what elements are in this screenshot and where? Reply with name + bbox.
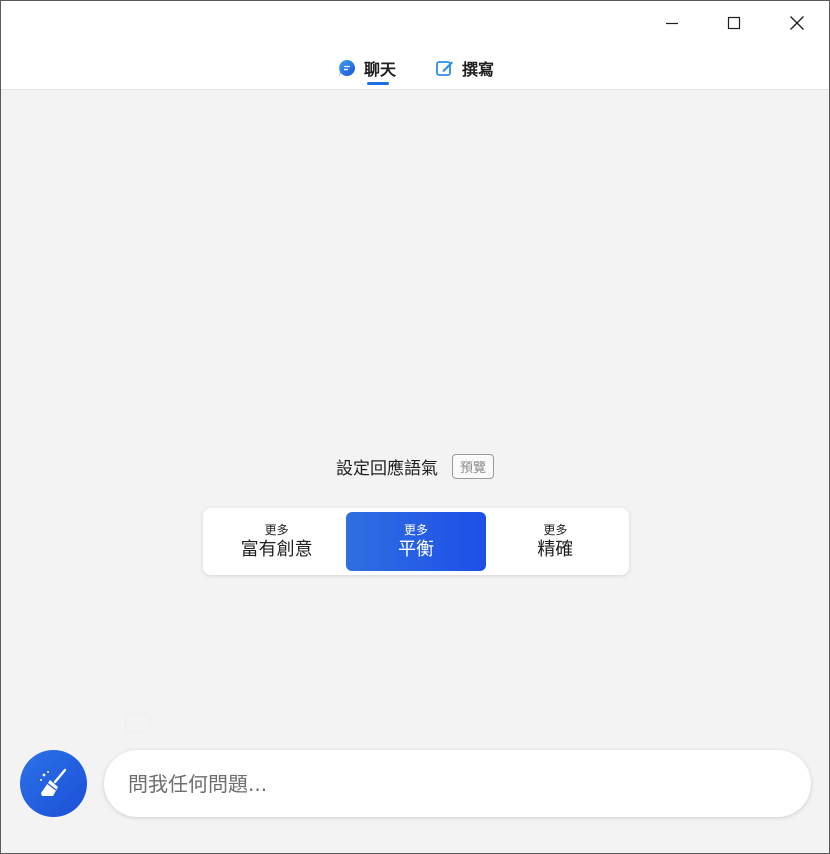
app-window: 聊天 撰寫 設定回應語氣 預覽 更多 富有創意 更多 平衡 更多 精確 問我任何… bbox=[0, 0, 830, 854]
tone-option-prefix: 更多 bbox=[264, 522, 289, 537]
new-topic-button[interactable] bbox=[20, 750, 87, 817]
mode-tabs: 聊天 撰寫 bbox=[1, 53, 829, 89]
chat-input-container bbox=[104, 750, 811, 817]
tone-selector: 更多 富有創意 更多 平衡 更多 精確 bbox=[203, 508, 629, 575]
chat-bubble-icon bbox=[336, 57, 358, 79]
edit-icon bbox=[434, 57, 456, 79]
title-bar: 聊天 撰寫 bbox=[1, 1, 829, 90]
tone-option-label: 平衡 bbox=[397, 538, 434, 560]
tone-option-prefix: 更多 bbox=[543, 522, 568, 537]
chat-input[interactable] bbox=[128, 771, 811, 796]
tone-label: 設定回應語氣 bbox=[335, 459, 438, 479]
preview-badge: 預覽 bbox=[451, 454, 494, 479]
tone-header: 設定回應語氣 預覽 bbox=[1, 454, 829, 479]
close-icon bbox=[790, 16, 804, 30]
minimize-button[interactable] bbox=[641, 5, 703, 41]
tab-compose-label: 撰寫 bbox=[462, 60, 495, 79]
tone-option-label: 精確 bbox=[537, 538, 574, 560]
maximize-button[interactable] bbox=[703, 5, 765, 41]
tone-option-balanced[interactable]: 更多 平衡 bbox=[346, 512, 486, 571]
tone-option-creative[interactable]: 更多 富有創意 bbox=[207, 512, 346, 571]
close-button[interactable] bbox=[766, 5, 828, 41]
tone-option-label: 富有創意 bbox=[240, 538, 313, 560]
maximize-icon bbox=[727, 16, 741, 30]
tab-compose[interactable]: 撰寫 bbox=[434, 53, 494, 83]
faint-placeholder-icon bbox=[125, 713, 151, 733]
broom-icon bbox=[39, 768, 66, 796]
active-tab-indicator bbox=[366, 82, 389, 85]
tab-chat[interactable]: 聊天 bbox=[336, 53, 396, 85]
tab-chat-label: 聊天 bbox=[363, 60, 396, 79]
tone-option-precise[interactable]: 更多 精確 bbox=[486, 512, 625, 571]
tone-option-prefix: 更多 bbox=[403, 522, 428, 537]
minimize-icon bbox=[666, 22, 678, 25]
